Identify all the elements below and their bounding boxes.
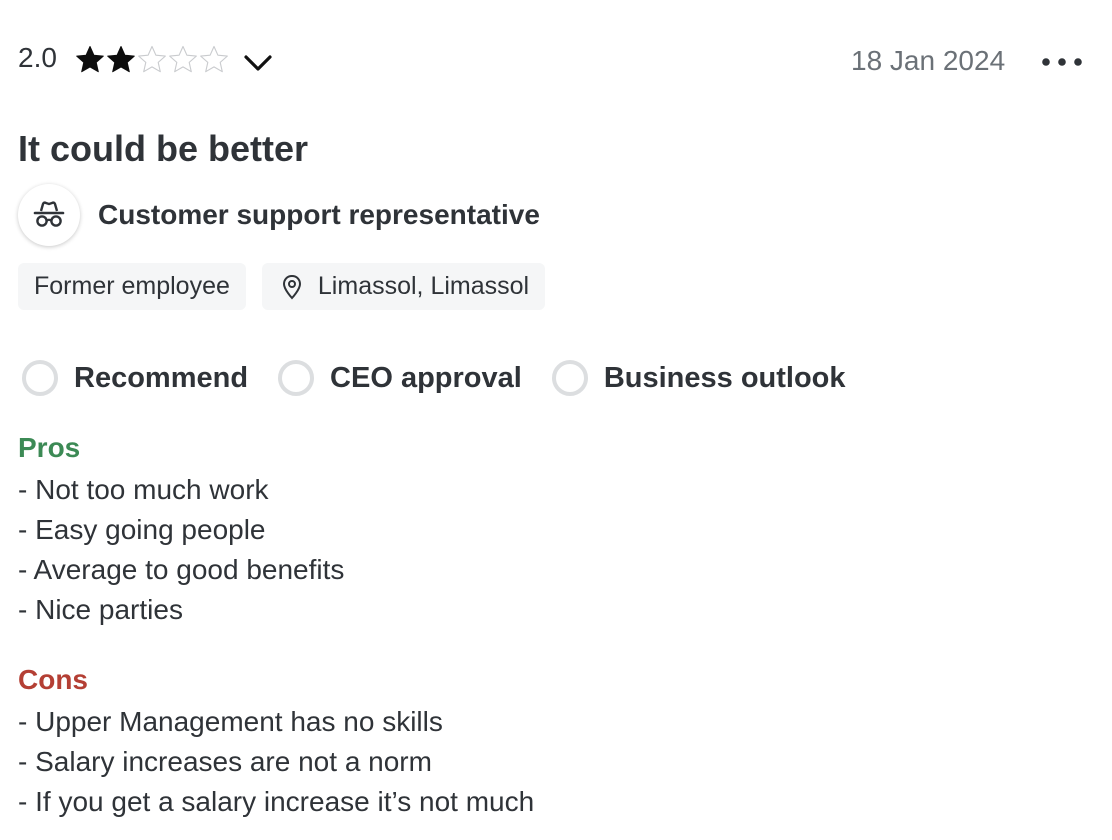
reviewer-tags: Former employee Limassol, Limassol: [18, 263, 546, 310]
recommend-label: Recommend: [74, 361, 249, 394]
location-label: Limassol, Limassol: [317, 272, 530, 300]
ceo-approval-status-icon: [278, 360, 315, 396]
more-options-icon[interactable]: [1038, 48, 1086, 76]
cons-line: - Upper Management has no skills: [18, 706, 443, 737]
business-outlook-rating: Business outlook: [551, 360, 846, 396]
pros-line: - Average to good benefits: [18, 554, 345, 585]
employment-status-tag: Former employee: [18, 263, 246, 310]
star-empty-icon: [198, 44, 230, 76]
role-label: Customer support representative: [98, 199, 540, 230]
recommend-rating: Recommend: [22, 360, 248, 396]
incognito-icon: [18, 184, 80, 246]
recommend-status-icon: [22, 360, 58, 396]
pros-line: - Nice parties: [18, 594, 183, 625]
rating-value: 2.0: [18, 42, 57, 73]
star-empty-icon: [136, 44, 168, 76]
cons-line: - Salary increases are not a norm: [18, 746, 432, 777]
location-tag: Limassol, Limassol: [261, 263, 546, 310]
review-header: 2.0 18 Jan 2024: [18, 38, 1094, 84]
cons-line: - If you get a salary increase it’s not …: [18, 786, 535, 817]
pros-heading: Pros: [18, 432, 81, 463]
star-filled-icon: [105, 44, 137, 76]
employment-status-label: Former employee: [34, 272, 230, 300]
sub-ratings: Recommend CEO approval Business outlook: [22, 356, 876, 400]
chevron-down-icon[interactable]: [240, 48, 276, 76]
review-date: 18 Jan 2024: [851, 45, 1006, 76]
ceo-approval-label: CEO approval: [330, 361, 522, 394]
star-filled-icon: [74, 44, 106, 76]
ceo-approval-rating: CEO approval: [278, 360, 522, 396]
business-outlook-status-icon: [551, 360, 588, 396]
pros-line: - Easy going people: [18, 514, 266, 545]
star-rating: [74, 40, 229, 80]
location-pin-icon: [282, 274, 301, 299]
review-title: It could be better: [18, 128, 309, 169]
cons-heading: Cons: [18, 664, 88, 695]
business-outlook-label: Business outlook: [603, 361, 846, 394]
cons-list: - Upper Management has no skills - Salar…: [18, 702, 534, 822]
star-empty-icon: [167, 44, 199, 76]
reviewer-role: Customer support representative: [18, 183, 540, 247]
pros-list: - Not too much work - Easy going people …: [18, 470, 344, 630]
pros-line: - Not too much work: [18, 474, 269, 505]
